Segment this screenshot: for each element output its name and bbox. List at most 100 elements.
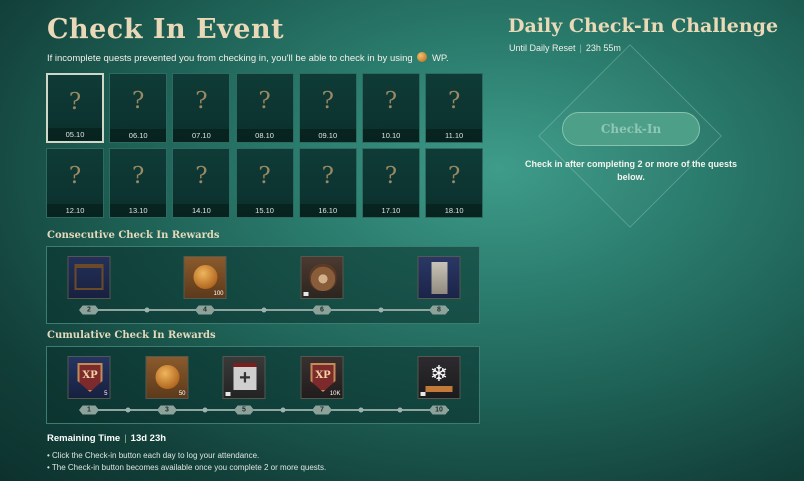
day-date: 07.10 bbox=[173, 129, 230, 142]
reward-count: 100 bbox=[213, 291, 224, 297]
day-tile[interactable]: ? 15.10 bbox=[235, 148, 294, 218]
snowflake-icon[interactable] bbox=[417, 356, 461, 399]
consecutive-rewards-label: Consecutive Check In Rewards bbox=[47, 230, 220, 241]
consecutive-rewards-panel: 2 100 4 6 8 bbox=[46, 246, 480, 324]
day-tile[interactable]: ? 05.10 bbox=[46, 73, 104, 143]
bound-tag-icon bbox=[225, 392, 231, 396]
milestone-marker: 5 bbox=[234, 405, 254, 415]
milestone-marker: 7 bbox=[312, 405, 332, 415]
daily-challenge-title: Daily Check-In Challenge bbox=[508, 15, 779, 37]
reward-count: 50 bbox=[178, 391, 186, 397]
progress-dot bbox=[280, 407, 286, 413]
unknown-reward-icon: ? bbox=[68, 163, 82, 189]
day-date: 18.10 bbox=[426, 204, 483, 217]
event-title: Check In Event bbox=[47, 14, 285, 45]
reward-count: 10K bbox=[329, 391, 341, 397]
day-tile[interactable]: ? 17.10 bbox=[361, 148, 420, 218]
day-tile[interactable]: ? 13.10 bbox=[109, 148, 168, 218]
day-date: 06.10 bbox=[110, 129, 167, 142]
progress-dot bbox=[144, 307, 150, 313]
day-tile[interactable]: ? 11.10 bbox=[425, 73, 484, 143]
milestone-marker: 6 bbox=[312, 305, 332, 315]
day-tile[interactable]: ? 08.10 bbox=[235, 73, 294, 143]
day-date: 08.10 bbox=[236, 129, 293, 142]
unknown-reward-icon: ? bbox=[258, 163, 271, 189]
unknown-reward-icon: ? bbox=[258, 88, 271, 114]
day-date: 10.10 bbox=[362, 129, 419, 142]
day-tile[interactable]: ? 16.10 bbox=[298, 148, 357, 218]
day-date: 05.10 bbox=[48, 128, 102, 141]
unknown-reward-icon: ? bbox=[195, 88, 208, 114]
bound-tag-icon bbox=[420, 392, 426, 396]
remaining-value: 13d 23h bbox=[130, 433, 167, 444]
separator: | bbox=[124, 433, 127, 444]
day-tile[interactable]: ? 12.10 bbox=[46, 148, 104, 218]
medkit-icon[interactable] bbox=[222, 356, 266, 399]
day-date: 09.10 bbox=[299, 129, 356, 142]
progress-dot bbox=[202, 407, 208, 413]
remaining-label: Remaining Time bbox=[47, 433, 121, 444]
milestone-marker: 8 bbox=[429, 305, 449, 315]
separator: | bbox=[579, 43, 582, 53]
day-date: 11.10 bbox=[426, 129, 483, 142]
day-date: 16.10 bbox=[299, 204, 356, 217]
reset-label: Until Daily Reset bbox=[509, 43, 576, 53]
unknown-reward-icon: ? bbox=[447, 88, 461, 114]
check-in-calendar: ? 05.10? 06.10? 07.10? 08.10? 09.10? 10.10? 11.… bbox=[46, 73, 484, 218]
day-date: 17.10 bbox=[362, 204, 419, 217]
milestone-marker: 2 bbox=[79, 305, 99, 315]
milestone-marker: 10 bbox=[429, 405, 449, 415]
reset-time: 23h 55m bbox=[585, 43, 621, 53]
gold-coin-icon[interactable]: 50 bbox=[145, 356, 189, 399]
check-in-button[interactable]: Check-In bbox=[562, 112, 700, 146]
unknown-reward-icon: ? bbox=[195, 163, 208, 189]
day-tile[interactable]: ? 09.10 bbox=[298, 73, 357, 143]
instructions: • Click the Check-in button each day to … bbox=[47, 450, 326, 473]
milestone-marker: 3 bbox=[157, 405, 177, 415]
remaining-time: Remaining Time | 13d 23h bbox=[47, 433, 166, 444]
unknown-reward-icon: ? bbox=[447, 163, 461, 189]
progress-dot bbox=[378, 307, 384, 313]
unknown-reward-icon: ? bbox=[384, 163, 398, 189]
gold-coin-icon[interactable]: 100 bbox=[183, 256, 227, 299]
milestone-marker: 1 bbox=[79, 405, 99, 415]
day-tile[interactable]: ? 06.10 bbox=[109, 73, 168, 143]
progress-track bbox=[87, 309, 449, 311]
unknown-reward-icon: ? bbox=[384, 88, 398, 114]
progress-dot bbox=[397, 407, 403, 413]
unknown-reward-icon: ? bbox=[321, 163, 334, 189]
day-date: 15.10 bbox=[236, 204, 293, 217]
xp-boost-icon[interactable]: XP 5 bbox=[67, 356, 111, 399]
subtitle-text: If incomplete quests prevented you from … bbox=[47, 53, 413, 64]
xp-glyph: XP bbox=[310, 363, 336, 392]
bound-tag-icon bbox=[303, 292, 309, 296]
unknown-reward-icon: ? bbox=[132, 163, 145, 189]
bear-icon[interactable] bbox=[300, 256, 344, 299]
progress-dot bbox=[358, 407, 364, 413]
reward-count: 5 bbox=[104, 391, 108, 397]
xp-glyph: XP bbox=[77, 363, 103, 392]
unknown-reward-icon: ? bbox=[68, 89, 82, 115]
day-date: 14.10 bbox=[173, 204, 230, 217]
unknown-reward-icon: ? bbox=[321, 88, 334, 114]
instruction-line: • The Check-in button becomes available … bbox=[47, 462, 327, 472]
xp-icon[interactable]: XP 10K bbox=[300, 356, 344, 399]
unknown-reward-icon: ? bbox=[132, 88, 145, 114]
frame-icon[interactable] bbox=[67, 256, 111, 299]
progress-track bbox=[87, 409, 449, 411]
daily-reset-timer: Until Daily Reset | 23h 55m bbox=[509, 43, 621, 53]
progress-dot bbox=[125, 407, 131, 413]
day-tile[interactable]: ? 18.10 bbox=[425, 148, 484, 218]
coin-icon bbox=[417, 52, 428, 62]
day-tile[interactable]: ? 10.10 bbox=[361, 73, 420, 143]
day-date: 13.10 bbox=[110, 204, 167, 217]
milestone-marker: 4 bbox=[195, 305, 215, 315]
scroll-icon[interactable] bbox=[417, 256, 461, 299]
cumulative-rewards-label: Cumulative Check In Rewards bbox=[47, 330, 216, 341]
instruction-line: • Click the Check-in button each day to … bbox=[47, 451, 260, 460]
day-tile[interactable]: ? 07.10 bbox=[172, 73, 231, 143]
day-tile[interactable]: ? 14.10 bbox=[172, 148, 231, 218]
cumulative-rewards-panel: XP515035XP10K710 bbox=[46, 346, 480, 424]
event-subtitle: If incomplete quests prevented you from … bbox=[47, 52, 449, 64]
progress-dot bbox=[261, 307, 267, 313]
